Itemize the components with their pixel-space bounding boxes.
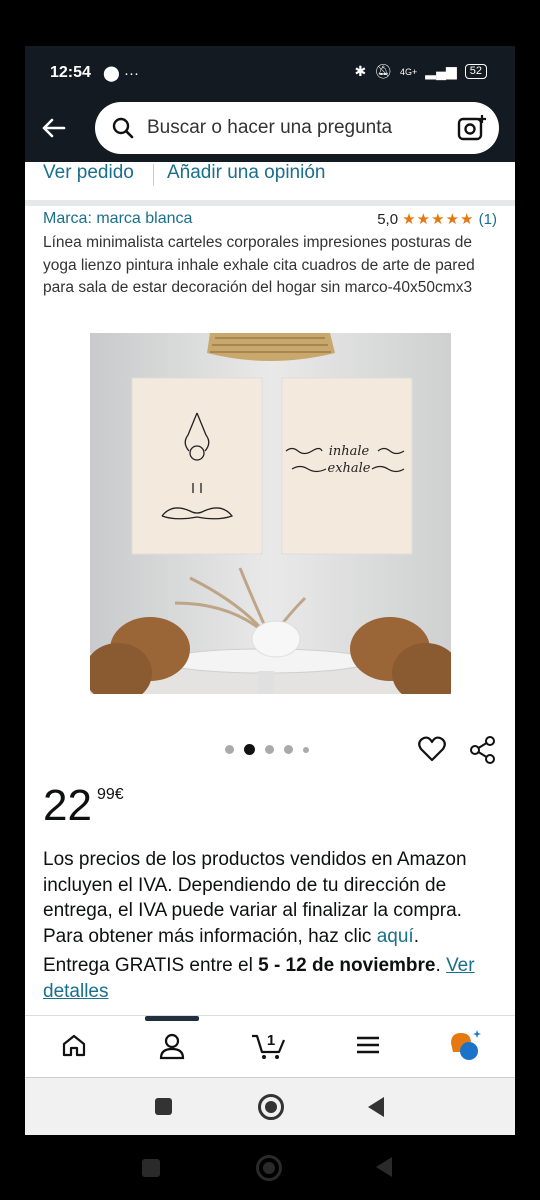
device-home-icon[interactable] [256,1155,282,1181]
image-text-inhale: inhale [329,444,370,459]
divider [153,164,154,186]
image-carousel-dots[interactable] [225,744,309,755]
device-recent-icon[interactable] [142,1159,160,1177]
tax-info-link[interactable]: aquí [377,926,414,947]
mute-icon: 🔕︎ [374,63,393,79]
carousel-dot[interactable] [265,745,274,754]
search-icon [111,116,135,145]
price-fraction: 99€ [97,786,124,804]
device-back-icon[interactable] [375,1156,393,1183]
signal-icon: ▂▄▆ [425,63,457,79]
star-rating-icon: ★★★★★ [402,211,475,228]
delivery-prefix: Entrega GRATIS entre el [43,955,253,976]
carousel-dot-active[interactable] [244,744,255,755]
delivery-dates: 5 - 12 de noviembre [258,955,436,976]
price-whole: 22 [43,781,92,830]
carousel-dot[interactable] [303,746,309,753]
active-tab-indicator [145,1016,199,1021]
view-order-link[interactable]: Ver pedido [43,162,134,184]
menu-icon[interactable] [355,1032,381,1063]
search-placeholder: Buscar o hacer una pregunta [147,117,393,138]
carousel-dot[interactable] [284,745,293,754]
network-label: 4G+ [400,66,418,77]
home-button-icon[interactable] [258,1094,284,1120]
tax-end: . [413,925,419,947]
price: 22 99€ [43,781,124,830]
home-icon[interactable] [61,1032,87,1063]
notification-icons: ⬤ ··· [103,65,139,82]
bottom-tab-bar: 1 [25,1015,515,1078]
delivery-info: Entrega GRATIS entre el 5 - 12 de noviem… [43,953,503,1004]
product-image[interactable]: inhale exhale [84,333,460,703]
rating-summary[interactable]: 5,0 ★★★★★ (1) [377,210,497,228]
image-text-exhale: exhale [328,461,371,476]
cart-count: 1 [267,1032,275,1049]
camera-search-icon[interactable] [457,114,487,147]
status-right: ✱ 🔕︎ 4G+ ▂▄▆ 52 [355,63,487,80]
price-currency: € [114,786,124,803]
back-arrow-icon[interactable] [39,114,67,147]
phone-screen: 12:54 ⬤ ··· ✱ 🔕︎ 4G+ ▂▄▆ 52 Buscar o hac… [25,46,515,1135]
carousel-dot[interactable] [225,745,234,754]
rating-value: 5,0 [377,211,399,228]
price-cents: 99 [97,786,115,803]
delivery-sep: . [435,955,441,976]
system-nav-bar [25,1077,515,1135]
battery-icon: 52 [464,64,487,79]
wishlist-heart-icon[interactable] [418,736,446,767]
recent-apps-icon[interactable] [155,1098,172,1115]
back-button-icon[interactable] [367,1096,385,1123]
share-icon[interactable] [469,736,497,769]
order-links-row: Ver pedido Añadir una opinión [25,162,515,206]
cart-icon[interactable]: 1 [251,1028,287,1065]
rating-count: (1) [478,211,497,228]
status-bar: 12:54 ⬤ ··· ✱ 🔕︎ 4G+ ▂▄▆ 52 [25,46,515,100]
search-header: Buscar o hacer una pregunta [25,100,515,162]
status-time: 12:54 [50,64,91,81]
device-nav-bar [0,1135,540,1200]
account-icon[interactable] [158,1032,186,1065]
rufus-assistant-icon[interactable] [447,1029,481,1066]
bluetooth-icon: ✱ [354,63,367,79]
brand-link[interactable]: Marca: marca blanca [43,210,192,228]
search-input[interactable]: Buscar o hacer una pregunta [95,102,499,154]
add-review-link[interactable]: Añadir una opinión [167,162,325,184]
product-title: Línea minimalista carteles corporales im… [43,234,475,296]
tax-info: Los precios de los productos vendidos en… [43,847,503,949]
